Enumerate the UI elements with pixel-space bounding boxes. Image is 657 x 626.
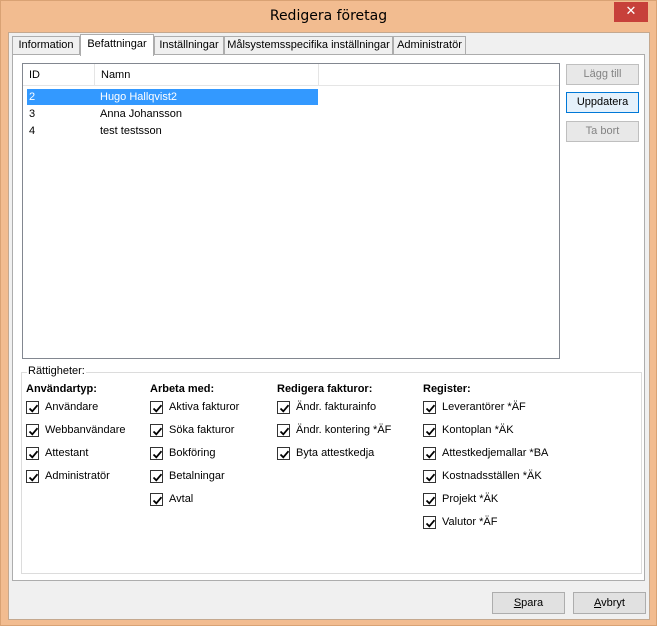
checkbox-box[interactable]	[423, 447, 436, 460]
list-row[interactable]: 2 Hugo Hallqvist2	[27, 89, 318, 105]
row-name: test testsson	[100, 125, 162, 137]
checkbox-label: Bokföring	[169, 447, 216, 459]
cancel-label: vbryt	[601, 597, 625, 609]
cancel-button[interactable]: Avbryt	[573, 592, 646, 614]
window-title: Redigera företag	[269, 8, 388, 24]
checkbox-label: Webbanvändare	[45, 424, 126, 436]
column-header-namn[interactable]: Namn	[95, 64, 319, 86]
checkbox-box[interactable]	[277, 401, 290, 414]
checkbox-box[interactable]	[26, 424, 39, 437]
group-heading-redigera-fakturor: Redigera fakturor:	[277, 383, 373, 395]
rights-groupbox: Rättigheter: Användartyp: Användare Webb…	[21, 365, 642, 574]
checkbox-box[interactable]	[423, 470, 436, 483]
tab-page-befattningar: ID Namn 2 Hugo Hallqvist2 3 Anna Johanss…	[12, 54, 645, 581]
tab-malsystemsspecifika[interactable]: Målsystemsspecifika inställningar	[224, 36, 393, 55]
dialog-window: Redigera företag ✕ Information Befattnin…	[0, 0, 657, 626]
checkbox-label: Attestkedjemallar *BA	[442, 447, 549, 459]
list-row[interactable]: 4 test testsson	[27, 123, 318, 139]
checkbox-box[interactable]	[277, 424, 290, 437]
rights-title: Rättigheter:	[27, 365, 86, 377]
checkbox-box[interactable]	[150, 401, 163, 414]
positions-list[interactable]: ID Namn 2 Hugo Hallqvist2 3 Anna Johanss…	[22, 63, 560, 359]
checkbox-box[interactable]	[150, 470, 163, 483]
checkbox-label: Administratör	[45, 470, 110, 482]
checkbox-box[interactable]	[150, 447, 163, 460]
tab-befattningar[interactable]: Befattningar	[80, 34, 154, 56]
row-id: 4	[29, 125, 36, 137]
row-id: 2	[29, 91, 36, 103]
save-label: para	[521, 597, 544, 609]
row-name: Hugo Hallqvist2	[100, 91, 178, 103]
tab-installningar[interactable]: Inställningar	[154, 36, 224, 55]
add-button[interactable]: Lägg till	[566, 64, 639, 85]
checkbox-label: Projekt *ÄK	[442, 493, 499, 505]
tab-administrator[interactable]: Administratör	[393, 36, 466, 55]
checkbox-box[interactable]	[277, 447, 290, 460]
checkbox-label: Byta attestkedja	[296, 447, 375, 459]
checkbox-label: Kostnadsställen *ÄK	[442, 470, 542, 482]
close-icon[interactable]: ✕	[614, 2, 648, 22]
save-button[interactable]: Spara	[492, 592, 565, 614]
list-header: ID Namn	[23, 64, 559, 86]
update-button[interactable]: Uppdatera	[566, 92, 639, 113]
column-header-id[interactable]: ID	[23, 64, 95, 86]
title-bar: Redigera företag ✕	[1, 1, 656, 32]
checkbox-box[interactable]	[26, 401, 39, 414]
checkbox-label: Avtal	[169, 493, 194, 505]
list-row[interactable]: 3 Anna Johansson	[27, 106, 318, 122]
checkbox-label: Ändr. fakturainfo	[296, 401, 377, 413]
checkbox-label: Söka fakturor	[169, 424, 235, 436]
checkbox-label: Betalningar	[169, 470, 225, 482]
checkbox-label: Leverantörer *ÄF	[442, 401, 526, 413]
row-id: 3	[29, 108, 36, 120]
checkbox-label: Aktiva fakturor	[169, 401, 240, 413]
checkbox-box[interactable]	[423, 493, 436, 506]
group-heading-anvandartyp: Användartyp:	[26, 383, 97, 395]
checkbox-label: Attestant	[45, 447, 89, 459]
checkbox-box[interactable]	[423, 401, 436, 414]
remove-button[interactable]: Ta bort	[566, 121, 639, 142]
checkbox-label: Valutor *ÄF	[442, 516, 498, 528]
row-name: Anna Johansson	[100, 108, 182, 120]
checkbox-box[interactable]	[423, 424, 436, 437]
checkbox-box[interactable]	[26, 447, 39, 460]
checkbox-box[interactable]	[26, 470, 39, 483]
tab-information[interactable]: Information	[12, 36, 80, 55]
checkbox-label: Ändr. kontering *ÄF	[296, 424, 392, 436]
group-heading-register: Register:	[423, 383, 471, 395]
client-area: Information Befattningar Inställningar M…	[8, 32, 650, 620]
checkbox-box[interactable]	[150, 424, 163, 437]
checkbox-box[interactable]	[150, 493, 163, 506]
group-heading-arbeta-med: Arbeta med:	[150, 383, 215, 395]
checkbox-label: Användare	[45, 401, 99, 413]
checkbox-label: Kontoplan *ÄK	[442, 424, 514, 436]
checkbox-box[interactable]	[423, 516, 436, 529]
